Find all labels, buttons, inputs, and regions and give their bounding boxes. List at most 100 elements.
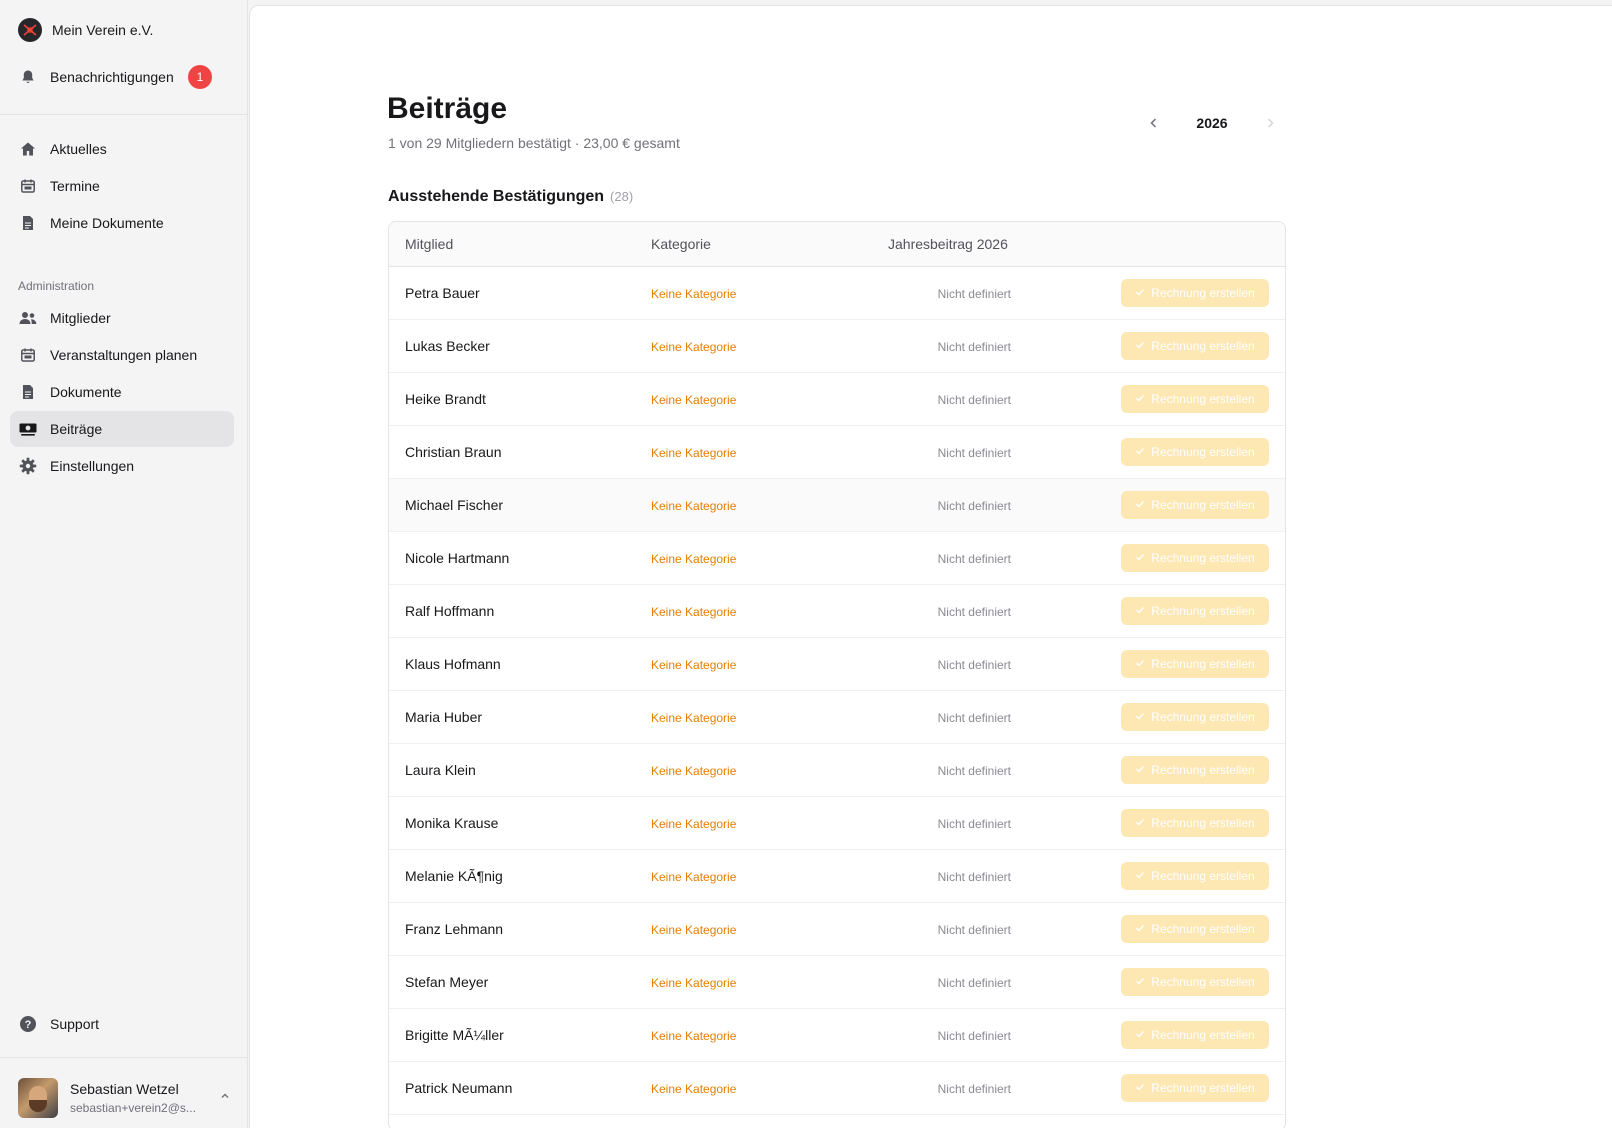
year-label: 2026 [1196,115,1228,131]
create-invoice-button[interactable]: Rechnung erstellen [1121,650,1269,678]
table-row[interactable]: Ralf Hoffmann Keine Kategorie Nicht defini… [389,585,1285,638]
member-category[interactable]: Keine Kategorie [651,393,736,407]
column-header-mitglied[interactable]: Mitglied [405,236,453,252]
create-invoice-button[interactable]: Rechnung erstellen [1121,756,1269,784]
create-invoice-button[interactable]: Rechnung erstellen [1121,809,1269,837]
create-invoice-label: Rechnung erstellen [1151,869,1255,883]
create-invoice-button[interactable]: Rechnung erstellen [1121,703,1269,731]
column-header-kategorie[interactable]: Kategorie [651,236,711,252]
calendar-icon [18,176,38,196]
check-icon [1135,445,1145,459]
member-category[interactable]: Keine Kategorie [651,1082,736,1096]
create-invoice-button[interactable]: Rechnung erstellen [1121,385,1269,413]
sidebar-item-beitraege[interactable]: Beiträge [10,411,234,447]
create-invoice-button[interactable]: Rechnung erstellen [1121,862,1269,890]
member-category[interactable]: Keine Kategorie [651,552,736,566]
table-row[interactable]: Stefan Meyer Keine Kategorie Nicht definie… [389,956,1285,1009]
sidebar-item-veranstaltungen[interactable]: Veranstaltungen planen [10,337,234,373]
create-invoice-button[interactable]: Rechnung erstellen [1121,438,1269,466]
member-category[interactable]: Keine Kategorie [651,1029,736,1043]
member-category[interactable]: Keine Kategorie [651,976,736,990]
year-navigation: 2026 [1142,111,1282,135]
create-invoice-button[interactable]: Rechnung erstellen [1121,279,1269,307]
member-category[interactable]: Keine Kategorie [651,658,736,672]
table-row[interactable]: Laura Klein Keine Kategorie Nicht definier… [389,744,1285,797]
org-switcher[interactable]: Mein Verein e.V. [10,12,234,48]
member-category[interactable]: Keine Kategorie [651,817,736,831]
sidebar-item-termine[interactable]: Termine [10,168,234,204]
create-invoice-button[interactable]: Rechnung erstellen [1121,332,1269,360]
table-row[interactable]: Klaus Hofmann Keine Kategorie Nicht defini… [389,638,1285,691]
section-title-text: Ausstehende Bestätigungen [388,188,605,205]
member-category[interactable]: Keine Kategorie [651,287,736,301]
sidebar-item-meine-dokumente[interactable]: Meine Dokumente [10,205,234,241]
create-invoice-button[interactable]: Rechnung erstellen [1121,597,1269,625]
table-row[interactable]: Patrick Neumann Keine Kategorie Nicht defi… [389,1062,1285,1115]
create-invoice-button[interactable]: Rechnung erstellen [1121,1021,1269,1049]
sidebar-item-notifications[interactable]: Benachrichtigungen 1 [10,59,234,95]
chevron-left-icon[interactable] [1142,111,1166,135]
sidebar-item-einstellungen[interactable]: Einstellungen [10,448,234,484]
create-invoice-button[interactable]: Rechnung erstellen [1121,1074,1269,1102]
member-fee: Nicht definiert [937,764,1011,778]
org-logo-icon [18,18,42,42]
table-row[interactable]: Brigitte MÃ¼ller Keine Kategorie Nicht def… [389,1009,1285,1062]
user-name: Sebastian Wetzel [70,1081,179,1097]
sidebar-item-mitglieder[interactable]: Mitglieder [10,300,234,336]
member-name: Christian Braun [405,444,502,460]
table-row[interactable]: Heike Brandt Keine Kategorie Nicht definie… [389,373,1285,426]
member-category[interactable]: Keine Kategorie [651,870,736,884]
create-invoice-label: Rechnung erstellen [1151,498,1255,512]
member-category[interactable]: Keine Kategorie [651,499,736,513]
sidebar-item-aktuelles[interactable]: Aktuelles [10,131,234,167]
member-fee: Nicht definiert [937,817,1011,831]
member-category[interactable]: Keine Kategorie [651,923,736,937]
table-row[interactable]: Nicole Hartmann Keine Kategorie Nicht defi… [389,532,1285,585]
user-menu[interactable]: Sebastian Wetzel sebastian+verein2@s... [18,1078,238,1118]
help-icon: ? [18,1014,38,1034]
member-name: Michael Fischer [405,497,504,513]
create-invoice-label: Rechnung erstellen [1151,975,1255,989]
member-fee: Nicht definiert [937,499,1011,513]
table-row[interactable]: Maria Huber Keine Kategorie Nicht definier… [389,691,1285,744]
table-row[interactable]: Christian Braun Keine Kategorie Nicht defi… [389,426,1285,479]
sidebar-item-label: Einstellungen [50,458,135,474]
table-row[interactable]: Petra Bauer Keine Kategorie Nicht definier… [389,267,1285,320]
table-row[interactable]: Monika Krause Keine Kategorie Nicht defini… [389,797,1285,850]
sidebar-item-label: Support [50,1016,100,1032]
chevron-right-icon[interactable] [1258,111,1282,135]
table-row[interactable]: Lukas Becker Keine Kategorie Nicht definie… [389,320,1285,373]
member-fee: Nicht definiert [937,1082,1011,1096]
check-icon [1135,869,1145,883]
check-icon [1135,1028,1145,1042]
member-category[interactable]: Keine Kategorie [651,605,736,619]
create-invoice-button[interactable]: Rechnung erstellen [1121,968,1269,996]
member-category[interactable]: Keine Kategorie [651,340,736,354]
create-invoice-button[interactable]: Rechnung erstellen [1121,915,1269,943]
sidebar-item-support[interactable]: ? Support [10,1006,234,1042]
sidebar-item-label: Veranstaltungen planen [50,347,198,363]
sidebar-item-label: Dokumente [50,384,122,400]
member-category[interactable]: Keine Kategorie [651,711,736,725]
create-invoice-label: Rechnung erstellen [1151,763,1255,777]
check-icon [1135,922,1145,936]
bell-icon [18,67,38,87]
table-header: Mitglied Kategorie Jahresbeitrag 2026 [389,222,1285,267]
member-fee: Nicht definiert [937,393,1011,407]
avatar [18,1078,58,1118]
member-name: Melanie KÃ¶nig [405,868,503,884]
sidebar-item-label: Mitglieder [50,310,111,326]
sidebar-item-dokumente[interactable]: Dokumente [10,374,234,410]
create-invoice-button[interactable]: Rechnung erstellen [1121,491,1269,519]
member-name: Klaus Hofmann [405,656,501,672]
table-row[interactable]: Melanie KÃ¶nig Keine Kategorie Nicht defin… [389,850,1285,903]
create-invoice-button[interactable]: Rechnung erstellen [1121,544,1269,572]
member-category[interactable]: Keine Kategorie [651,446,736,460]
table-row[interactable]: Franz Lehmann Keine Kategorie Nicht defini… [389,903,1285,956]
check-icon [1135,710,1145,724]
create-invoice-label: Rechnung erstellen [1151,286,1255,300]
table-row[interactable]: Michael Fischer Keine Kategorie Nicht defi… [389,479,1285,532]
page-subtitle: 1 von 29 Mitgliedern bestätigt · 23,00 €… [388,135,680,151]
member-category[interactable]: Keine Kategorie [651,764,736,778]
column-header-jahresbeitrag[interactable]: Jahresbeitrag 2026 [888,236,1008,252]
